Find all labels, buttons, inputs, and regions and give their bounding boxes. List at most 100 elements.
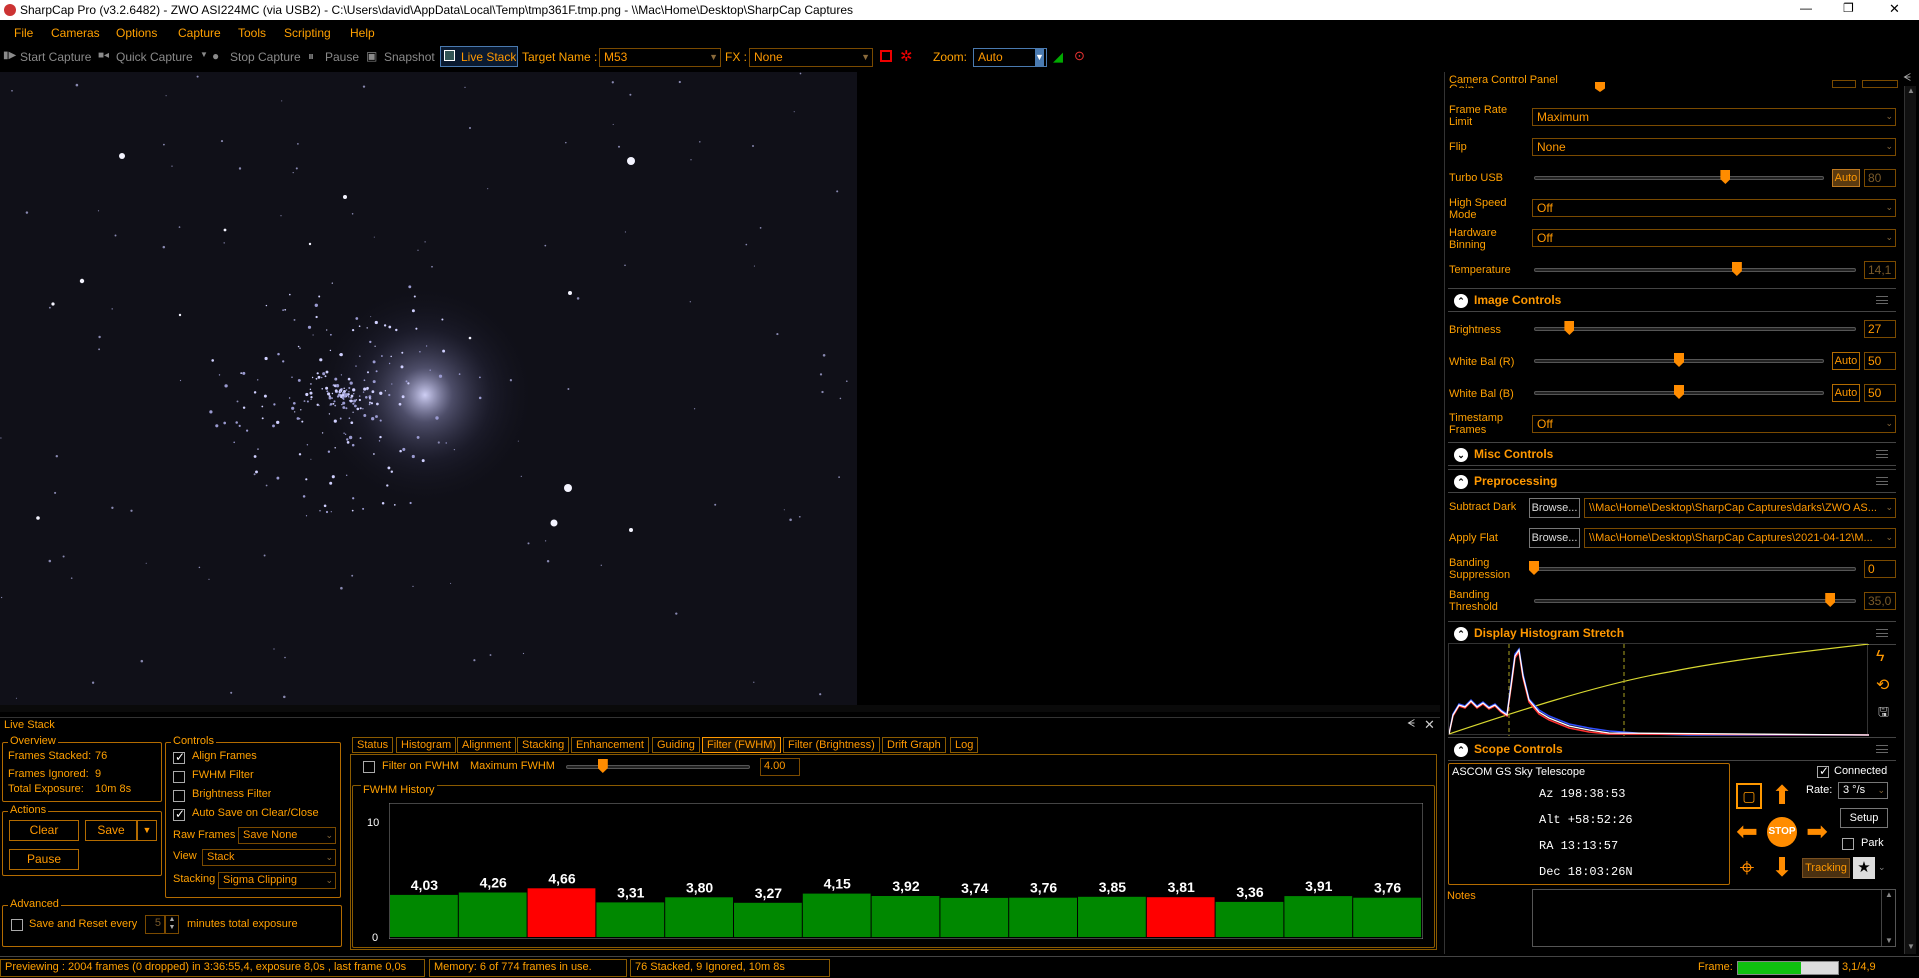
brightness-filter-checkbox[interactable] (173, 790, 185, 802)
banding-threshold-value[interactable]: 35,0 (1864, 592, 1896, 610)
rate-select[interactable]: 3 °/s ⌄ (1838, 782, 1888, 799)
fx-select[interactable]: None ▼ (749, 48, 873, 67)
menu-icon[interactable] (1876, 296, 1888, 304)
target-icon[interactable]: ⌖ (1732, 852, 1762, 882)
tab-log[interactable]: Log (950, 737, 979, 753)
save-button[interactable]: Save (85, 820, 137, 841)
pin-icon[interactable]: ᗕ (1407, 718, 1415, 731)
home-icon[interactable]: ▢ (1736, 783, 1762, 809)
park-checkbox[interactable] (1842, 838, 1854, 850)
panel-scrollbar[interactable]: ▲ ▼ (1904, 86, 1916, 954)
menu-options[interactable]: Options (116, 26, 157, 40)
tab-alignment[interactable]: Alignment (457, 737, 516, 753)
max-fwhm-slider[interactable] (566, 765, 750, 769)
save-dropdown-button[interactable]: ▼ (137, 820, 157, 841)
snapshot-button[interactable]: Snapshot (384, 50, 435, 64)
scroll-up-icon[interactable]: ▲ (1907, 86, 1915, 95)
subtract-dark-browse-button[interactable]: Browse... (1529, 498, 1580, 518)
move-west-icon[interactable]: ⬅ (1732, 816, 1762, 846)
minutes-stepper[interactable]: ▲ ▼ (165, 915, 179, 934)
turbo-usb-auto-button[interactable]: Auto (1832, 169, 1860, 187)
auto-save-checkbox[interactable] (173, 807, 185, 821)
brightness-slider[interactable] (1534, 327, 1856, 331)
apply-flat-select[interactable]: \\Mac\Home\Desktop\SharpCap Captures\202… (1584, 528, 1896, 548)
save-reset-checkbox[interactable] (11, 919, 23, 931)
white-bal-b-auto-button[interactable]: Auto (1832, 384, 1860, 402)
pause-stack-button[interactable]: Pause (9, 849, 79, 870)
pause-button[interactable]: Pause (325, 50, 359, 64)
quick-capture-button[interactable]: Quick Capture (116, 50, 193, 64)
white-bal-r-auto-button[interactable]: Auto (1832, 352, 1860, 370)
star-icon[interactable]: ★ (1853, 857, 1875, 879)
move-east-icon[interactable]: ➡ (1802, 816, 1832, 846)
quick-capture-dropdown-icon[interactable]: ▼ (200, 50, 208, 59)
menu-scripting[interactable]: Scripting (284, 26, 331, 40)
menu-icon[interactable] (1876, 745, 1888, 753)
histogram-stretch-graph[interactable] (1448, 643, 1870, 736)
move-south-icon[interactable]: ⬇ (1767, 852, 1797, 882)
image-controls-header[interactable]: ⌃ Image Controls (1448, 288, 1896, 312)
filter-on-fwhm-checkbox[interactable] (363, 761, 375, 773)
banding-threshold-slider[interactable] (1534, 599, 1856, 603)
scope-controls-header[interactable]: ⌃ Scope Controls (1448, 737, 1896, 761)
gain-auto-button[interactable] (1832, 80, 1856, 88)
menu-capture[interactable]: Capture (178, 26, 221, 40)
histogram-icon[interactable]: ◢ (1053, 49, 1063, 65)
flip-select[interactable]: None ⌄ (1532, 138, 1896, 156)
subtract-dark-select[interactable]: \\Mac\Home\Desktop\SharpCap Captures\dar… (1584, 498, 1896, 518)
tab-guiding[interactable]: Guiding (652, 737, 700, 753)
tracking-button[interactable]: Tracking (1802, 858, 1850, 878)
view-select[interactable]: Stack ⌄ (202, 849, 336, 866)
tab-drift-graph[interactable]: Drift Graph (882, 737, 946, 753)
tab-filter-fwhm[interactable]: Filter (FWHM) (702, 737, 782, 753)
zoom-select[interactable]: Auto ▼ (973, 48, 1047, 67)
banding-suppression-slider[interactable] (1534, 567, 1856, 571)
timestamp-frames-select[interactable]: Off ⌄ (1532, 415, 1896, 433)
tab-histogram[interactable]: Histogram (396, 737, 457, 753)
live-stack-button[interactable]: Live Stack (440, 46, 518, 67)
scroll-down-icon[interactable]: ▼ (1907, 942, 1915, 951)
target-name-input[interactable]: M53 ▼ (599, 48, 721, 67)
move-north-icon[interactable]: ⬆ (1767, 780, 1797, 810)
maximize-button[interactable]: ❐ (1843, 1, 1854, 15)
tab-filter-brightness[interactable]: Filter (Brightness) (783, 737, 880, 753)
scroll-down-icon[interactable]: ▼ (1885, 936, 1893, 945)
fwhm-filter-checkbox[interactable] (173, 771, 185, 783)
preprocessing-header[interactable]: ⌃ Preprocessing (1448, 469, 1896, 493)
reset-stretch-icon[interactable]: ⟲ (1876, 675, 1889, 695)
setup-button[interactable]: Setup (1840, 808, 1888, 828)
menu-help[interactable]: Help (350, 26, 375, 40)
collapse-icon[interactable]: ⌃ (1454, 475, 1468, 489)
minimize-button[interactable]: — (1800, 1, 1812, 15)
brightness-value[interactable]: 27 (1864, 320, 1896, 338)
hardware-binning-select[interactable]: Off ⌄ (1532, 229, 1896, 247)
clear-button[interactable]: Clear (9, 820, 79, 841)
high-speed-select[interactable]: Off ⌄ (1532, 199, 1896, 217)
minutes-input[interactable]: 5 (145, 915, 165, 934)
collapse-icon[interactable]: ⌃ (1454, 743, 1468, 757)
white-bal-r-value[interactable]: 50 (1864, 352, 1896, 370)
misc-controls-header[interactable]: ⌄ Misc Controls (1448, 442, 1896, 466)
stop-capture-button[interactable]: Stop Capture (230, 50, 301, 64)
zoom-search-icon[interactable]: ⊙ (1074, 48, 1085, 64)
auto-stretch-icon[interactable]: ϟ (1876, 648, 1884, 666)
menu-file[interactable]: File (14, 26, 33, 40)
close-icon[interactable]: ✕ (1424, 717, 1435, 733)
turbo-usb-slider[interactable] (1534, 176, 1824, 180)
collapse-icon[interactable]: ⌃ (1454, 294, 1468, 308)
stacking-select[interactable]: Sigma Clipping ⌄ (218, 872, 336, 889)
start-capture-button[interactable]: Start Capture (20, 50, 91, 64)
collapse-icon[interactable]: ⌃ (1454, 627, 1468, 641)
turbo-usb-value[interactable]: 80 (1864, 169, 1896, 187)
menu-cameras[interactable]: Cameras (51, 26, 100, 40)
pin-icon[interactable]: ᗕ (1903, 72, 1911, 85)
close-window-button[interactable]: ✕ (1889, 1, 1900, 17)
save-stretch-icon[interactable]: 🖫 (1878, 703, 1889, 725)
menu-icon[interactable] (1876, 629, 1888, 637)
viewport-scrollbar[interactable] (0, 705, 1440, 712)
expand-icon[interactable]: ⌄ (1454, 448, 1468, 462)
apply-flat-browse-button[interactable]: Browse... (1529, 528, 1580, 548)
image-viewport[interactable] (0, 72, 1440, 712)
menu-icon[interactable] (1876, 477, 1888, 485)
menu-icon[interactable] (1876, 450, 1888, 458)
